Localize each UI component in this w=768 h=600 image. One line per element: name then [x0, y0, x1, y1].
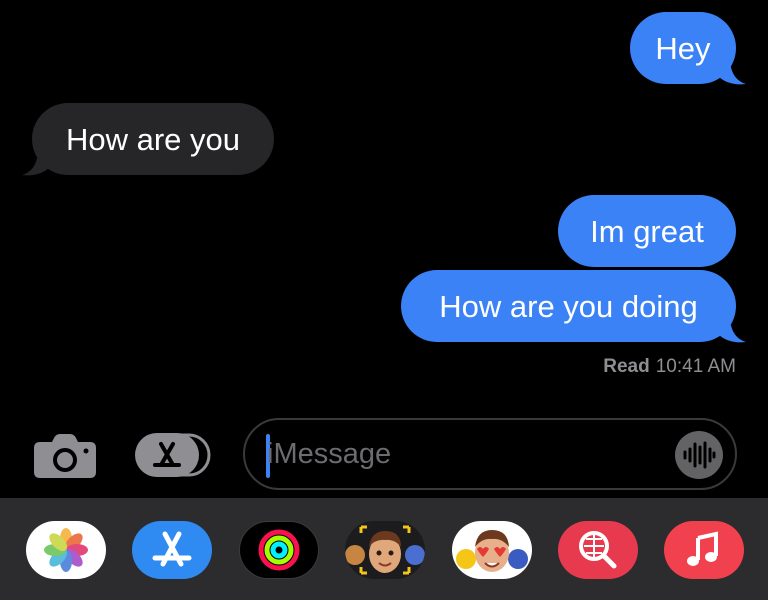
bubble-tail-icon: [22, 153, 50, 176]
apps-button[interactable]: [135, 433, 211, 477]
photos-icon: [44, 528, 88, 572]
activity-rings-icon: [258, 529, 300, 571]
message-text: How are you: [65, 121, 241, 157]
audio-message-button[interactable]: [675, 431, 723, 479]
read-label: Read: [603, 356, 650, 377]
app-music[interactable]: [664, 521, 744, 579]
camera-icon: [34, 434, 96, 478]
app-memoji-stickers[interactable]: [452, 521, 532, 579]
bubble-tail-icon: [718, 62, 746, 85]
app-store-icon: [135, 433, 211, 477]
music-note-icon: [687, 531, 718, 566]
memoji-stickers-icon: [456, 530, 528, 572]
message-bubble-sent[interactable]: Im great: [558, 195, 736, 267]
bubble-tail-icon: [718, 320, 746, 343]
app-store-icon: [152, 531, 192, 567]
app-photos[interactable]: [26, 521, 106, 579]
read-receipt: Read 10:41 AM: [603, 356, 736, 378]
app-memoji[interactable]: [345, 521, 425, 579]
message-text: Im great: [590, 213, 704, 249]
message-bubble-received[interactable]: How are you: [32, 103, 274, 175]
message-text: Hey: [655, 30, 711, 66]
waveform-icon: [683, 441, 716, 469]
message-input-container[interactable]: [243, 418, 737, 490]
read-time: 10:41 AM: [655, 356, 736, 377]
message-input[interactable]: [267, 434, 667, 474]
camera-button[interactable]: [34, 434, 96, 478]
app-drawer: [0, 498, 768, 600]
memoji-icon: [345, 525, 425, 575]
app-images-search[interactable]: [558, 521, 638, 579]
message-bubble-sent[interactable]: How are you doing: [401, 270, 736, 342]
app-activity[interactable]: [239, 521, 319, 579]
app-app-store[interactable]: [132, 521, 212, 579]
globe-search-icon: [579, 531, 617, 569]
message-text: How are you doing: [439, 288, 698, 324]
